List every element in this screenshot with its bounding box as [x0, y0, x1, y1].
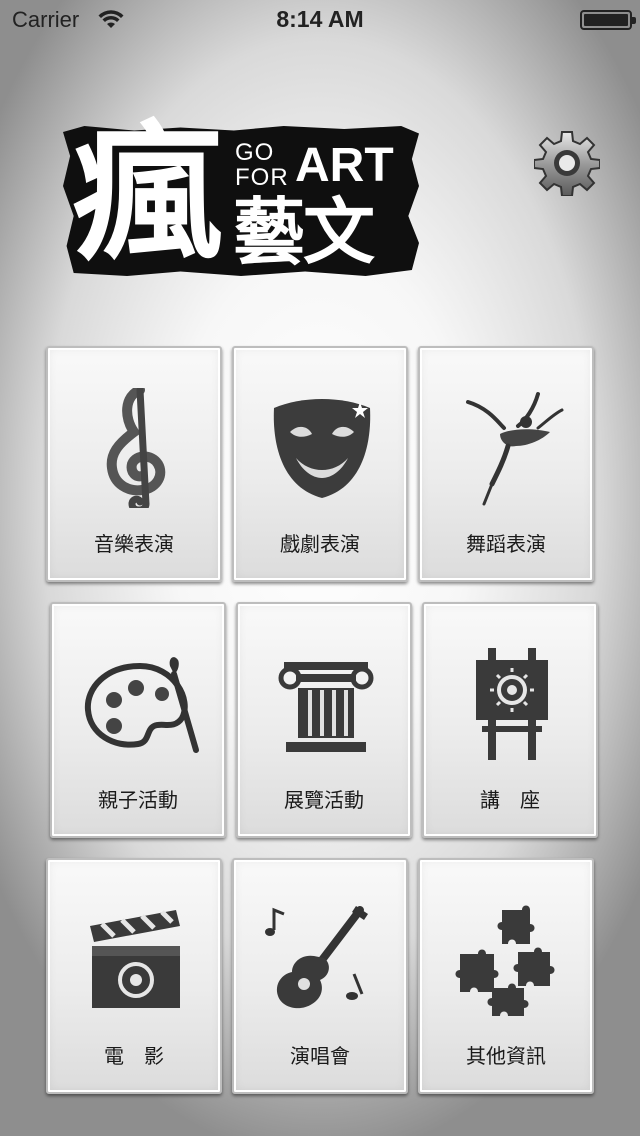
- menu-tile-family[interactable]: 親子活動: [50, 602, 226, 838]
- ballerina-icon: [466, 392, 564, 506]
- battery-icon: [580, 10, 636, 30]
- menu-tile-other[interactable]: 其他資訊: [418, 858, 594, 1094]
- menu-tile-label: 演唱會: [290, 1044, 350, 1068]
- menu-tile-concert[interactable]: 演唱會: [232, 858, 408, 1094]
- menu-tile-label: 講 座: [480, 788, 540, 812]
- menu-tile-lecture[interactable]: 講 座: [422, 602, 598, 838]
- menu-tile-label: 親子活動: [98, 788, 178, 812]
- menu-tile-label: 音樂表演: [94, 532, 174, 556]
- theater-mask-icon: [273, 399, 371, 498]
- paint-palette-icon: [84, 657, 199, 753]
- logo-art: ART: [295, 139, 394, 192]
- treble-clef-icon: [106, 388, 166, 508]
- menu-tile-music[interactable]: 音樂表演: [46, 346, 222, 582]
- app-logo: 瘋 GO FOR ART 藝文: [63, 120, 419, 276]
- menu-tile-movie[interactable]: 電 影: [46, 858, 222, 1094]
- logo-main-char: 瘋: [73, 108, 224, 282]
- menu-tile-label: 其他資訊: [466, 1044, 546, 1068]
- puzzle-pieces-icon: [455, 905, 555, 1016]
- menu-tile-label: 舞蹈表演: [466, 532, 546, 556]
- logo-sub-chars: 藝文: [233, 190, 375, 274]
- status-bar: Carrier 8:14 AM: [0, 0, 640, 40]
- guitar-icon: [265, 906, 368, 1009]
- easel-icon: [476, 648, 548, 760]
- settings-gear-icon[interactable]: [534, 130, 600, 196]
- menu-tile-exhibition[interactable]: 展覽活動: [236, 602, 412, 838]
- logo-for: FOR: [235, 164, 289, 191]
- clapperboard-icon: [90, 910, 180, 1008]
- menu-tile-dance[interactable]: 舞蹈表演: [418, 346, 594, 582]
- menu-tile-drama[interactable]: 戲劇表演: [232, 346, 408, 582]
- ionic-column-icon: [278, 662, 374, 752]
- menu-tile-label: 電 影: [104, 1044, 164, 1068]
- status-time: 8:14 AM: [276, 6, 364, 32]
- menu-tile-label: 展覽活動: [284, 788, 364, 812]
- logo-go: GO: [235, 139, 275, 166]
- menu-tile-label: 戲劇表演: [280, 532, 360, 556]
